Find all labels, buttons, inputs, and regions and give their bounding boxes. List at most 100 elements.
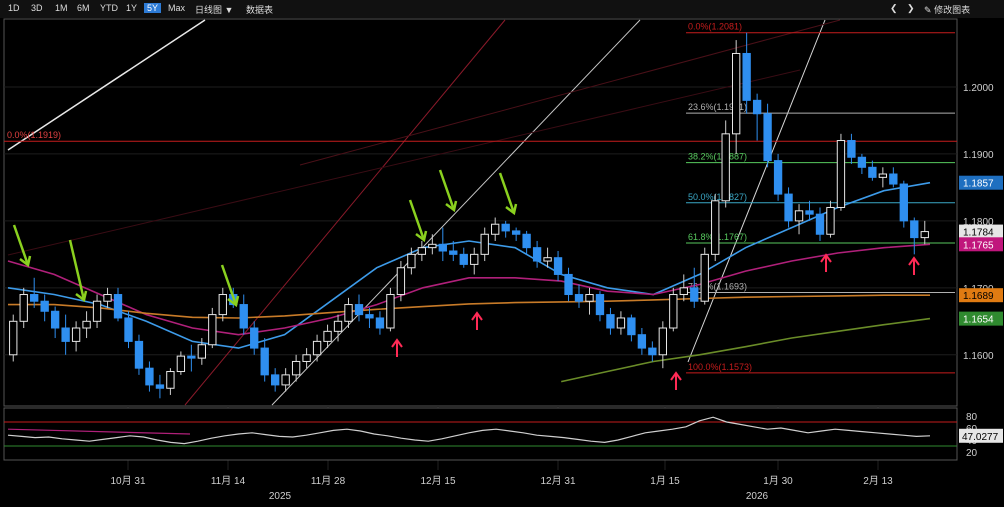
candle-body [281, 374, 290, 386]
main-plot-area [3, 18, 958, 407]
candle-body [50, 310, 60, 329]
candle-body [658, 327, 667, 356]
candle-body [92, 300, 102, 322]
candle-body [543, 257, 552, 262]
oscillator-plot-area [3, 407, 958, 461]
candle-body [522, 233, 531, 249]
candle-body [354, 304, 364, 316]
price-chart: 0.0%(1.1919)0.0%(1.2081)23.6%(1.1961)38.… [3, 18, 1003, 502]
candle-body [868, 166, 877, 178]
candle-body [9, 320, 18, 356]
candle-body [637, 334, 647, 349]
candle-body [428, 243, 437, 249]
year-label: 2025 [269, 491, 292, 502]
oscillator-current-label: 47.0277 [962, 432, 999, 443]
candle-body [826, 206, 835, 235]
candle-body [40, 300, 49, 312]
fib-level-label: 0.0%(1.2081) [688, 22, 742, 32]
candle-body [30, 294, 39, 302]
year-label: 2026 [746, 491, 769, 502]
price-badge-label: 1.1857 [963, 179, 994, 190]
candle-body [250, 327, 259, 349]
candle-body [669, 294, 678, 329]
x-tick-label: 12月 31 [540, 475, 575, 487]
x-tick-label: 10月 31 [110, 475, 145, 487]
main-panel: 0.0%(1.1919)0.0%(1.2081)23.6%(1.1961)38.… [3, 18, 1003, 470]
candle-body [763, 113, 772, 162]
candle-body [920, 231, 929, 239]
candle-body [124, 317, 133, 342]
candle-body [375, 317, 385, 329]
candle-body [449, 250, 458, 255]
candle-body [889, 173, 898, 185]
candle-body [19, 294, 28, 322]
x-axis: 10月 31 11月 14 11月 28 12月 15 12月 31 1月 15 1月 30… [110, 475, 893, 502]
y-tick-label: 1.1600 [963, 351, 994, 362]
price-badges: 1.1857 1.17841.1765 1.1689 1.1654 [959, 175, 1003, 326]
candle-body [71, 327, 81, 342]
candle-body [574, 294, 584, 302]
candle-body [365, 314, 374, 319]
candle-body [721, 133, 730, 202]
x-tick-label: 1月 15 [650, 475, 680, 487]
candle-body [805, 210, 814, 215]
candle-body [794, 210, 804, 222]
candle-body [480, 233, 489, 255]
price-badge-label: 1.1765 [963, 240, 994, 251]
candle-body [700, 253, 709, 302]
candle-body [616, 317, 626, 329]
candle-body [690, 287, 699, 302]
price-badge-label: 1.1784 [963, 228, 994, 239]
candle-body [553, 257, 563, 275]
candle-body [302, 354, 311, 362]
candle-body [815, 213, 825, 235]
candle-body [836, 140, 846, 208]
y-tick-label: 1.1900 [963, 150, 994, 161]
candle-body [773, 160, 783, 195]
candle-body [208, 314, 217, 346]
candle-body [218, 294, 227, 316]
candle-body [711, 200, 720, 255]
candle-body [396, 267, 406, 296]
candle-body [176, 355, 186, 373]
x-tick-label: 12月 15 [420, 475, 455, 487]
candle-body [417, 247, 427, 255]
oscillator-tick-label: 20 [966, 448, 978, 459]
candle-body [239, 304, 248, 329]
candle-body [878, 173, 888, 178]
candle-body [323, 330, 332, 342]
candle-body [134, 340, 144, 369]
candle-body [742, 52, 751, 101]
candle-body [564, 273, 573, 296]
candle-body [470, 253, 479, 265]
x-tick-label: 2月 13 [863, 475, 893, 487]
candle-body [197, 344, 206, 359]
candle-body [857, 156, 867, 168]
candle-body [291, 360, 301, 376]
x-tick-label: 11月 28 [311, 475, 346, 487]
candle-body [532, 247, 542, 262]
candle-body [61, 327, 70, 342]
candle-body [752, 99, 762, 115]
candle-body [260, 347, 269, 376]
candle-body [595, 294, 605, 316]
candle-body [847, 140, 856, 158]
candle-body [103, 294, 112, 302]
candle-body [271, 374, 280, 386]
candle-body [386, 294, 395, 329]
candle-body [899, 183, 908, 222]
candle-body [459, 253, 468, 265]
candle-body [732, 52, 741, 135]
candle-body [438, 243, 447, 252]
x-tick-label: 11月 14 [211, 475, 246, 487]
candle-body [407, 253, 416, 269]
price-badge-label: 1.1689 [963, 291, 994, 302]
candle-body [187, 355, 196, 359]
candle-body [166, 371, 175, 389]
oscillator-panel: 8060402047.0277 [3, 407, 1003, 461]
candle-body [511, 230, 521, 235]
fib-level-label: 38.2%(1.1887) [688, 152, 747, 162]
candle-body [784, 193, 793, 222]
candle-body [312, 340, 322, 356]
oscillator-tick-label: 80 [966, 412, 978, 423]
